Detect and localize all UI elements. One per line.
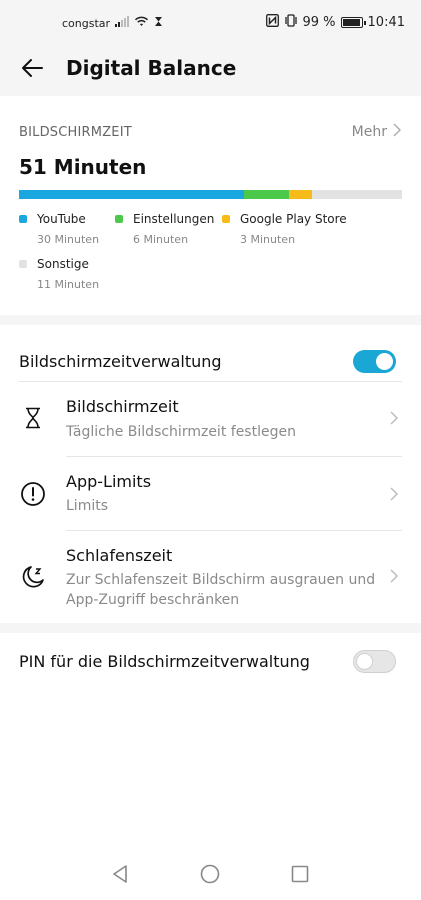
- chevron-right-icon: [389, 568, 399, 584]
- item-title: Schlafenszeit: [66, 546, 173, 565]
- item-subtitle: Limits: [66, 498, 108, 514]
- screen-time-section-label: BILDSCHIRMZEIT: [19, 125, 132, 140]
- item-subtitle: Tägliche Bildschirmzeit festlegen: [66, 424, 296, 440]
- battery-percent: 99 %: [302, 15, 336, 30]
- square-recents-icon: [291, 865, 309, 887]
- app-header: Digital Balance: [0, 46, 421, 94]
- exclamation-circle-icon: [19, 480, 47, 508]
- more-label: Mehr: [351, 124, 387, 140]
- back-button[interactable]: [16, 54, 48, 86]
- legend-name: Einstellungen: [133, 212, 215, 226]
- nav-recents-button[interactable]: [286, 862, 314, 890]
- status-left: congstar: [62, 16, 163, 30]
- hourglass-status-icon: [154, 16, 163, 30]
- nav-home-button[interactable]: [196, 862, 224, 890]
- legend-value: 6 Minuten: [133, 233, 189, 246]
- legend-name: Google Play Store: [240, 212, 347, 226]
- system-nav-bar: [0, 852, 421, 900]
- toggle-knob: [356, 653, 373, 670]
- clock: 10:41: [367, 15, 405, 30]
- hourglass-icon: [19, 404, 47, 432]
- legend-dot: [222, 215, 230, 223]
- legend-dot: [19, 215, 27, 223]
- signal-icon: [115, 16, 130, 30]
- arrow-left-icon: [20, 58, 44, 82]
- usage-bar: [19, 190, 402, 199]
- legend-value: 11 Minuten: [37, 278, 100, 291]
- legend-item-youtube: YouTube 30 Minuten: [19, 212, 99, 246]
- management-card: Bildschirmzeitverwaltung Bildschirmzeit …: [0, 325, 421, 623]
- vibrate-icon: [284, 14, 298, 31]
- chevron-right-icon: [389, 486, 399, 502]
- triangle-back-icon: [111, 864, 129, 888]
- legend-item-einstellungen: Einstellungen 6 Minuten: [115, 212, 214, 246]
- screen-time-card: BILDSCHIRMZEIT Mehr 51 Minuten YouTube 3…: [0, 96, 421, 315]
- item-subtitle: Zur Schlafenszeit Bildschirm ausgrauen u…: [66, 572, 376, 608]
- legend-value: 30 Minuten: [37, 233, 100, 246]
- screen-time-management-toggle[interactable]: [353, 349, 396, 373]
- pin-label: PIN für die Bildschirmzeitverwaltung: [19, 652, 310, 671]
- usage-bar-segment-youtube: [19, 190, 245, 199]
- wifi-icon: [134, 16, 149, 30]
- screen-time-management-label: Bildschirmzeitverwaltung: [19, 351, 222, 371]
- item-title: App-Limits: [66, 472, 152, 491]
- legend-dot: [115, 215, 123, 223]
- total-screen-time: 51 Minuten: [19, 155, 147, 179]
- nav-back-button[interactable]: [106, 862, 134, 890]
- nfc-icon: [265, 14, 279, 31]
- list-item-app-limits[interactable]: App-Limits Limits: [0, 457, 421, 531]
- chevron-right-icon: [389, 410, 399, 426]
- circle-home-icon: [200, 864, 220, 888]
- usage-bar-segment-einstellungen: [244, 190, 290, 199]
- legend-item-sonstige: Sonstige 11 Minuten: [19, 257, 99, 291]
- battery-icon: [340, 17, 366, 28]
- legend-item-google-play-store: Google Play Store 3 Minuten: [222, 212, 347, 246]
- list-item-bildschirmzeit[interactable]: Bildschirmzeit Tägliche Bildschirmzeit f…: [0, 382, 421, 457]
- list-item-schlafenszeit[interactable]: Schlafenszeit Zur Schlafenszeit Bildschi…: [0, 531, 421, 623]
- status-bar: congstar 99 % 10:41: [0, 0, 421, 46]
- legend-name: YouTube: [37, 212, 86, 226]
- legend-dot: [19, 260, 27, 268]
- pin-toggle[interactable]: [353, 650, 396, 673]
- chevron-right-icon: [393, 123, 401, 141]
- usage-bar-segment-google-play-store: [289, 190, 312, 199]
- toggle-knob: [376, 352, 393, 370]
- legend-name: Sonstige: [37, 257, 89, 271]
- moon-sleep-icon: [19, 563, 47, 591]
- status-right: 99 % 10:41: [265, 14, 405, 31]
- page-title: Digital Balance: [66, 56, 237, 80]
- legend-value: 3 Minuten: [240, 233, 296, 246]
- item-title: Bildschirmzeit: [66, 397, 179, 416]
- battery-level: [342, 19, 361, 26]
- carrier-name: congstar: [62, 16, 111, 30]
- screen-time-management-row: Bildschirmzeitverwaltung: [19, 343, 396, 379]
- more-link[interactable]: Mehr: [352, 123, 401, 141]
